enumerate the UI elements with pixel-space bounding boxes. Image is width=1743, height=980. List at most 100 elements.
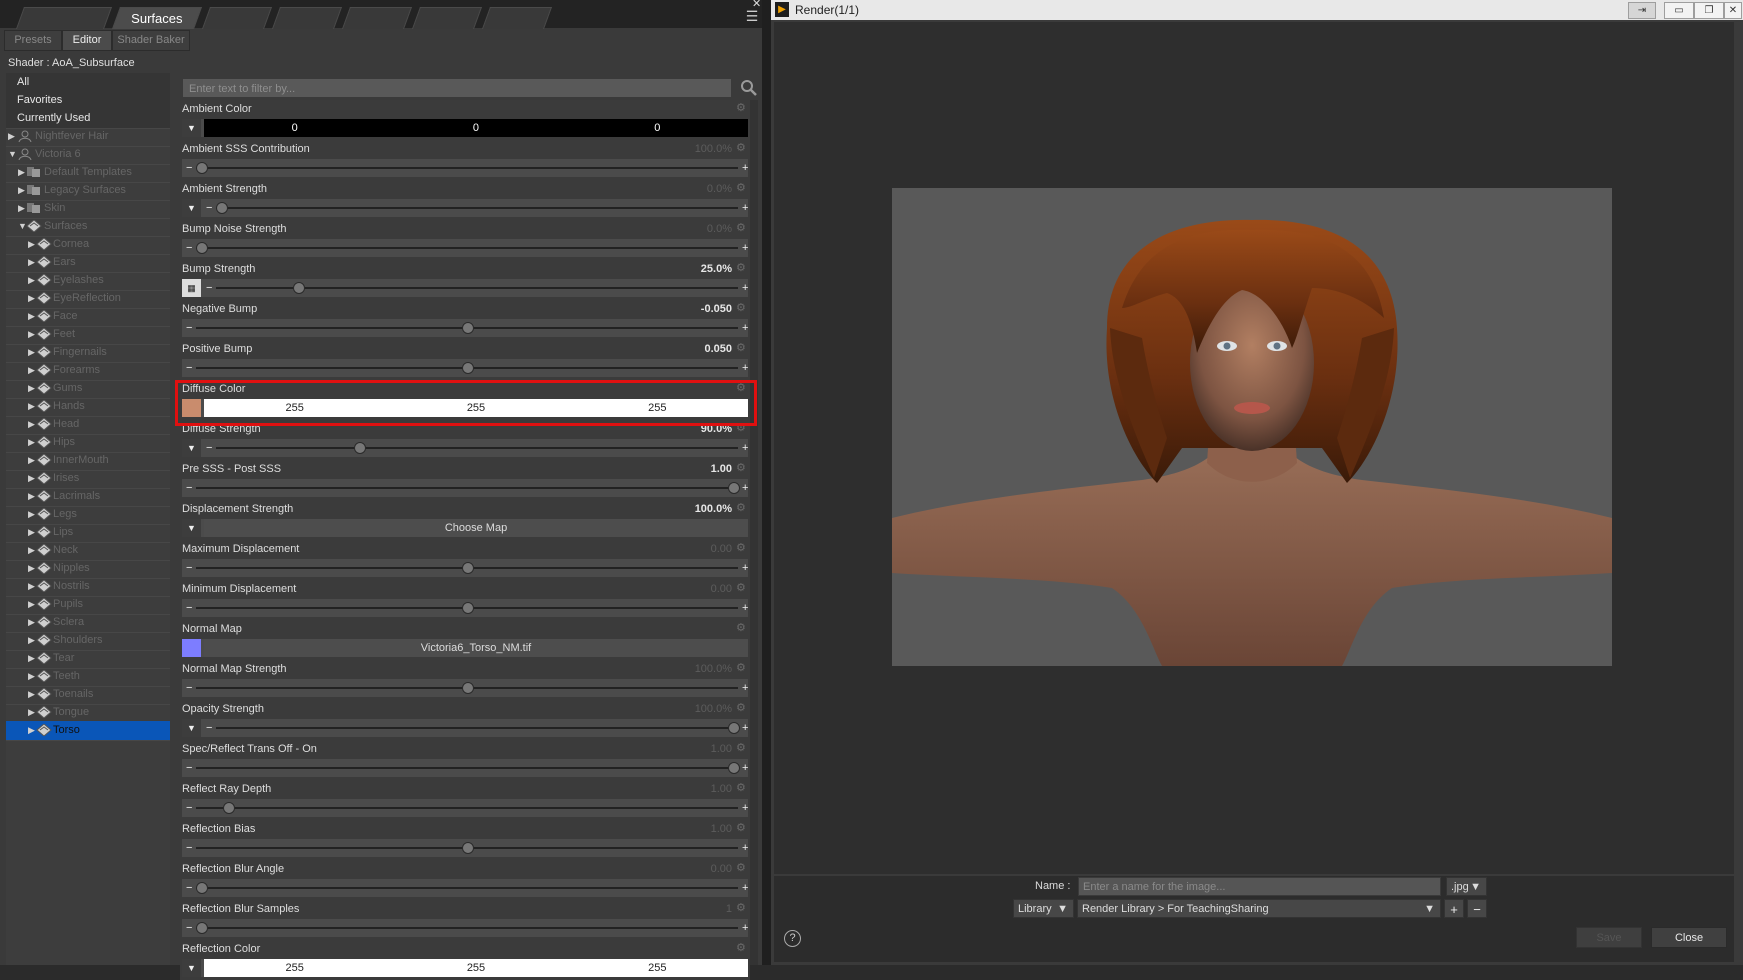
expand-right-icon[interactable]: ▶ (28, 433, 35, 452)
decrement-icon[interactable]: − (206, 279, 212, 297)
slider-thumb[interactable] (462, 362, 474, 374)
gear-icon[interactable]: ⚙ (736, 503, 747, 514)
tree-surface-item[interactable]: ▶ Shoulders (6, 631, 170, 651)
decrement-icon[interactable]: − (186, 839, 192, 857)
normal-map-thumbnail[interactable] (182, 639, 201, 657)
increment-icon[interactable]: + (742, 159, 748, 177)
expand-right-icon[interactable]: ▶ (28, 325, 35, 344)
red-value[interactable]: 0 (204, 119, 385, 137)
tab-surfaces[interactable]: Surfaces (111, 7, 203, 29)
tree-surface-item[interactable]: ▶ Ears (6, 253, 170, 273)
pane-tab-empty[interactable] (201, 7, 273, 29)
pane-tab-empty[interactable] (271, 7, 343, 29)
decrement-icon[interactable]: − (206, 439, 212, 457)
tree-surface-item[interactable]: ▶ Head (6, 415, 170, 435)
expand-right-icon[interactable]: ▶ (28, 595, 35, 614)
gear-icon[interactable]: ⚙ (736, 543, 747, 554)
expand-right-icon[interactable]: ▶ (28, 289, 35, 308)
decrement-icon[interactable]: − (186, 799, 192, 817)
gear-icon[interactable]: ⚙ (736, 903, 747, 914)
tree-surface-item[interactable]: ▶ Lips (6, 523, 170, 543)
slider-thumb[interactable] (196, 922, 208, 934)
increment-icon[interactable]: + (742, 239, 748, 257)
tree-surface-item[interactable]: ▶ Lacrimals (6, 487, 170, 507)
close-window-button[interactable]: ✕ (1724, 2, 1742, 19)
pane-tab-empty[interactable] (341, 7, 413, 29)
tree-surface-item[interactable]: ▶ InnerMouth (6, 451, 170, 471)
image-name-input[interactable]: Enter a name for the image... (1078, 877, 1441, 896)
tree-surface-item[interactable]: ▶ Irises (6, 469, 170, 489)
property-value[interactable]: 100.0% (695, 703, 732, 715)
property-value[interactable]: 0.00 (711, 863, 732, 875)
increment-icon[interactable]: + (742, 319, 748, 337)
slider-thumb[interactable] (462, 602, 474, 614)
slider-thumb[interactable] (196, 882, 208, 894)
map-menu-icon[interactable]: ▼ (182, 519, 201, 537)
slider-track[interactable] (216, 207, 738, 209)
expand-right-icon[interactable]: ▶ (28, 559, 35, 578)
expand-right-icon[interactable]: ▶ (28, 613, 35, 632)
increment-icon[interactable]: + (742, 199, 748, 217)
tab-presets[interactable]: Presets (4, 30, 62, 51)
map-field[interactable]: Victoria6_Torso_NM.tif (204, 639, 748, 657)
tree-surface-item[interactable]: ▶ Face (6, 307, 170, 327)
color-field[interactable]: 255 255 255 (204, 959, 748, 977)
slider-thumb[interactable] (462, 682, 474, 694)
increment-icon[interactable]: + (742, 279, 748, 297)
tree-surface-item[interactable]: ▶ EyeReflection (6, 289, 170, 309)
bump-map-thumbnail[interactable]: ▦ (182, 279, 201, 297)
map-menu-icon[interactable]: ▼ (182, 719, 201, 737)
gear-icon[interactable]: ⚙ (736, 863, 747, 874)
property-value[interactable]: 100.0% (695, 503, 732, 515)
pane-tab-empty[interactable] (411, 7, 483, 29)
expand-down-icon[interactable]: ▼ (8, 145, 17, 164)
save-button[interactable]: Save (1576, 927, 1642, 948)
expand-right-icon[interactable]: ▶ (28, 667, 35, 686)
expand-right-icon[interactable]: ▶ (28, 235, 35, 254)
increment-icon[interactable]: + (742, 679, 748, 697)
property-value[interactable]: 0.0% (707, 183, 732, 195)
tree-top-item[interactable]: Favorites (6, 91, 170, 111)
increment-icon[interactable]: + (742, 599, 748, 617)
decrement-icon[interactable]: − (186, 879, 192, 897)
slider-thumb[interactable] (196, 242, 208, 254)
tree-group[interactable]: ▼ Surfaces (6, 217, 170, 237)
decrement-icon[interactable]: − (206, 719, 212, 737)
decrement-icon[interactable]: − (186, 159, 192, 177)
color-field[interactable]: 000 (204, 119, 748, 137)
property-value[interactable]: 0.00 (711, 583, 732, 595)
extension-select[interactable]: .jpg ▼ (1446, 877, 1487, 896)
tree-surface-item[interactable]: ▶ Gums (6, 379, 170, 399)
expand-right-icon[interactable]: ▶ (28, 253, 35, 272)
library-path-select[interactable]: Render Library > For TeachingSharing ▼ (1077, 899, 1441, 918)
tree-surface-item[interactable]: ▶ Teeth (6, 667, 170, 687)
property-value[interactable]: 0.00 (711, 543, 732, 555)
help-icon[interactable]: ? (784, 930, 801, 947)
green-value[interactable]: 255 (385, 959, 566, 977)
slider-thumb[interactable] (462, 562, 474, 574)
expand-right-icon[interactable]: ▶ (28, 649, 35, 668)
tree-group[interactable]: ▶ Legacy Surfaces (6, 181, 170, 201)
increment-icon[interactable]: + (742, 479, 748, 497)
tree-surface-item[interactable]: ▶ Tear (6, 649, 170, 669)
map-field[interactable]: Choose Map (204, 519, 748, 537)
gear-icon[interactable]: ⚙ (736, 663, 747, 674)
decrement-icon[interactable]: − (186, 239, 192, 257)
pane-divider[interactable] (762, 0, 771, 965)
tree-surface-item[interactable]: ▶ Hips (6, 433, 170, 453)
property-value[interactable]: 0.050 (704, 343, 732, 355)
increment-icon[interactable]: + (742, 559, 748, 577)
slider-thumb[interactable] (728, 762, 740, 774)
add-folder-button[interactable]: + (1444, 899, 1464, 918)
increment-icon[interactable]: + (742, 879, 748, 897)
tree-surface-item[interactable]: ▶ Nostrils (6, 577, 170, 597)
map-menu-icon[interactable]: ▼ (182, 439, 201, 457)
close-button[interactable]: Close (1651, 927, 1727, 948)
slider-track[interactable] (196, 807, 738, 809)
tree-surface-item[interactable]: ▶ Cornea (6, 235, 170, 255)
property-value[interactable]: 1.00 (711, 783, 732, 795)
gear-icon[interactable]: ⚙ (736, 183, 747, 194)
slider-track[interactable] (196, 167, 738, 169)
remove-folder-button[interactable]: − (1467, 899, 1487, 918)
search-icon[interactable] (740, 78, 758, 98)
